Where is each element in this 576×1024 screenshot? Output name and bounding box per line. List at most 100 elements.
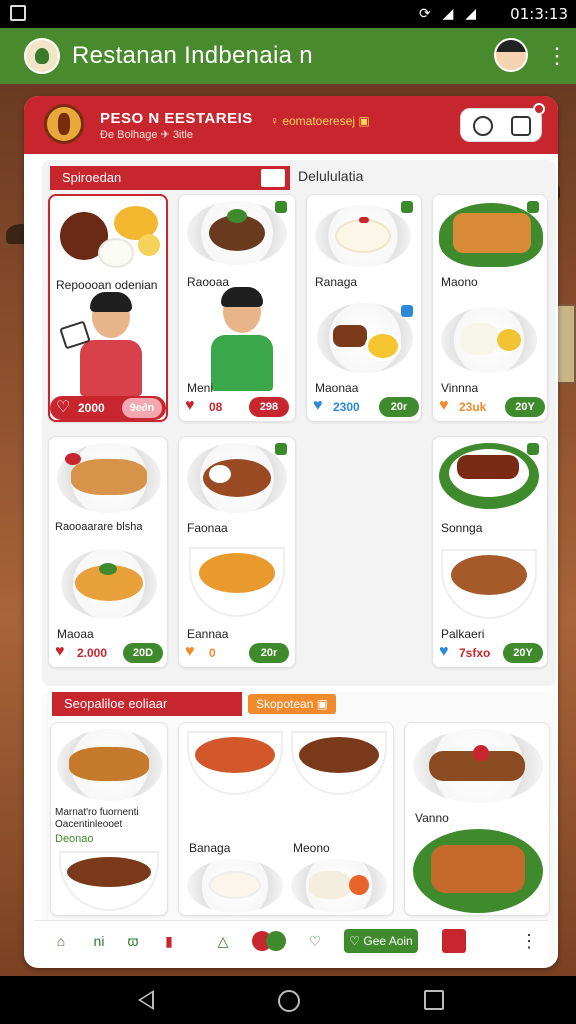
menu-icon[interactable]: ni [88, 931, 110, 951]
food-image[interactable] [187, 731, 283, 795]
food-caption: Deonao [55, 833, 94, 845]
add-to-cart-button[interactable]: 9e∂n [122, 398, 162, 418]
app-logo-icon[interactable] [24, 38, 60, 74]
price-bar: ♥ 08 298 [185, 397, 291, 419]
location-tag[interactable]: ♀ eomatoeresej ▣ [270, 114, 370, 128]
food-image[interactable] [291, 731, 387, 795]
home-button-icon[interactable] [278, 990, 300, 1012]
add-to-cart-button[interactable]: 20Y [505, 397, 545, 417]
add-to-cart-button[interactable]: 20r [379, 397, 419, 417]
food-image [441, 307, 537, 373]
price-bar: ♥ 2300 20r [313, 397, 419, 419]
food-card[interactable]: Vanno [404, 722, 550, 916]
waiter-illustration [59, 292, 150, 396]
signal-icons: ⟳ ◢ ◢ [418, 5, 480, 21]
favorite-icon[interactable]: ♡ [304, 931, 326, 951]
food-card[interactable]: Maono Vinnna ♥ 23uk 20Y [432, 194, 548, 422]
order-list-icon[interactable] [442, 929, 466, 953]
get-action-button[interactable]: ♡ Gee Aoin [344, 929, 418, 953]
heart-icon[interactable]: ♥ [185, 643, 195, 661]
restaurant-header: PESO N EESTAREIS Ðe Bolhage ✈ 3itle ♀ eo… [24, 96, 558, 154]
restaurant-logo-icon [44, 104, 84, 144]
veg-badge-icon [275, 443, 287, 455]
price: 2300 [333, 400, 360, 414]
heart-icon[interactable]: ♥ [313, 397, 323, 415]
price-bar: ♥ 0 20r [185, 643, 291, 665]
price-bar: ♥ 7sfxo 20Y [439, 643, 545, 665]
food-image [439, 443, 539, 509]
leaf-icon[interactable]: ϖ [122, 931, 144, 951]
food-card[interactable]: Repoooan odenian ♡ 2000 9e∂n [48, 194, 168, 422]
filter-chip[interactable]: Skopotean ▣ [248, 694, 337, 714]
price-bar: ♥ 2.000 20D [55, 643, 163, 665]
food-name: Raooaarare blsha [55, 521, 143, 533]
food-caption: Palkaeri [441, 627, 485, 641]
section-subtitle: Delululatia [298, 168, 364, 184]
food-image [441, 549, 537, 619]
cart-icon[interactable] [511, 116, 531, 136]
food-image [189, 547, 285, 617]
food-card-group: Banaga Meono [178, 722, 394, 916]
add-to-cart-button[interactable]: 298 [249, 397, 289, 417]
food-card[interactable]: Sonnga Palkaeri ♥ 7sfxo 20Y [432, 436, 548, 668]
food-image [187, 201, 287, 265]
flag-icon[interactable] [260, 168, 286, 188]
food-name: Ranaga [315, 275, 358, 289]
food-image[interactable] [187, 859, 283, 913]
heart-icon[interactable]: ♥ [55, 643, 65, 661]
header-actions [460, 103, 545, 142]
status-bar: ⟳ ◢ ◢ 01:3:13 [0, 0, 576, 28]
food-card[interactable]: Faonaa Eannaa ♥ 0 20r [178, 436, 296, 668]
food-image [57, 729, 163, 801]
food-image [54, 200, 162, 272]
food-image [439, 203, 543, 267]
overflow-menu-icon[interactable]: ⋮ [546, 42, 568, 70]
user-avatar[interactable] [494, 38, 528, 72]
food-name: Faonaa [187, 521, 228, 535]
food-card[interactable]: Raooaarare blsha Maoaa ♥ 2.000 20D [48, 436, 168, 668]
food-name: Sonnga [441, 521, 483, 535]
food-caption: Maonaa [315, 381, 359, 395]
section-title: Seopaliloe eoliaar [52, 692, 242, 716]
food-image [187, 443, 287, 513]
food-card[interactable]: Raooaa Meni ♥ 08 298 [178, 194, 296, 422]
clock: 01:3:13 [510, 5, 568, 23]
veg-badge-icon [527, 201, 539, 213]
menu-card: PESO N EESTAREIS Ðe Bolhage ✈ 3itle ♀ eo… [24, 96, 558, 968]
section-featured: Spiroedan Delululatia Repoooan odenian ♡… [42, 160, 556, 686]
heart-icon[interactable]: ♥ [185, 397, 195, 415]
bookmark-icon[interactable]: ▮ [158, 931, 180, 951]
heart-icon[interactable]: ♡ [56, 399, 70, 417]
back-icon[interactable] [138, 990, 154, 1010]
add-to-cart-button[interactable]: 20Y [503, 643, 543, 663]
heart-icon[interactable]: ♥ [439, 643, 449, 661]
heart-icon[interactable]: ♥ [439, 397, 449, 415]
food-name: Marnat'ro fuornenti [55, 807, 139, 818]
food-image [413, 729, 543, 803]
screenshot-icon [10, 5, 26, 21]
food-image [317, 303, 413, 373]
food-caption: Eannaa [187, 627, 229, 641]
system-nav-bar [0, 976, 576, 1024]
price: 2000 [78, 401, 105, 415]
section-title: Spiroedan [50, 166, 290, 190]
restaurant-subtitle: Ðe Bolhage ✈ 3itle [100, 129, 193, 141]
food-card[interactable]: Ranaga Maonaa ♥ 2300 20r [306, 194, 422, 422]
food-card[interactable]: Marnat'ro fuornenti Oacentinleooet Deona… [50, 722, 168, 916]
chat-icon[interactable] [473, 116, 493, 136]
add-to-cart-button[interactable]: 20r [249, 643, 289, 663]
more-icon[interactable]: ⋮ [520, 929, 538, 953]
toggle-icon[interactable] [252, 931, 286, 951]
home-icon[interactable]: ⌂ [50, 931, 72, 951]
add-to-cart-button[interactable]: 20D [123, 643, 163, 663]
price: 2.000 [77, 646, 108, 660]
veg-badge-icon [527, 443, 539, 455]
recent-apps-icon[interactable] [424, 990, 444, 1010]
notification-badge [533, 103, 545, 115]
food-image [57, 443, 161, 513]
app-title: Restanan Indbenaia n [72, 42, 313, 69]
price-bar: ♥ 23uk 20Y [439, 397, 545, 419]
food-image [59, 851, 159, 911]
food-image[interactable] [291, 859, 387, 913]
location-icon[interactable]: △ [212, 931, 234, 951]
